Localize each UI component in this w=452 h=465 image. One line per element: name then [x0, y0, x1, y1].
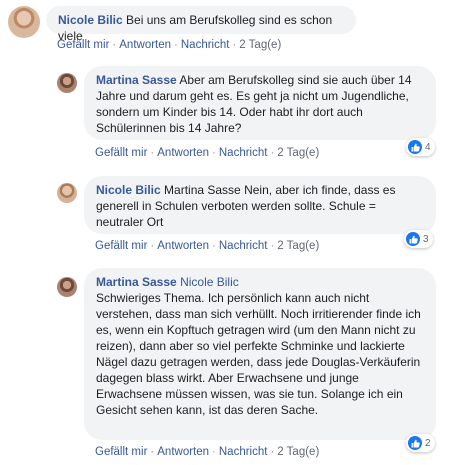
comment-author[interactable]: Martina Sasse — [96, 275, 177, 289]
timestamp[interactable]: 2 Tag(e) — [277, 147, 319, 159]
comment-actions: Gefällt mir · Antworten · Nachricht · 2 Tag(e) — [95, 446, 320, 458]
thumbs-up-icon — [408, 140, 422, 154]
comment-bubble: Nicole Bilic Martina Sasse Nein, aber ic… — [84, 176, 436, 234]
timestamp[interactable]: 2 Tag(e) — [277, 240, 319, 252]
avatar[interactable] — [57, 183, 77, 203]
reaction-count[interactable]: 3 — [404, 230, 433, 248]
reply-link[interactable]: Antworten — [119, 39, 171, 51]
message-link[interactable]: Nachricht — [219, 446, 268, 458]
comment-mention[interactable]: Nicole Bilic — [180, 275, 239, 289]
reaction-count[interactable]: 2 — [406, 434, 435, 452]
timestamp[interactable]: 2 Tag(e) — [239, 39, 281, 51]
reaction-number: 2 — [425, 437, 431, 449]
reply-link[interactable]: Antworten — [157, 240, 209, 252]
avatar[interactable] — [57, 277, 77, 297]
avatar[interactable] — [8, 6, 40, 38]
comment-bubble: Martina Sasse Aber am Berufskolleg sind … — [84, 66, 436, 140]
thumbs-up-icon — [408, 436, 422, 450]
like-link[interactable]: Gefällt mir — [95, 446, 147, 458]
comment-author[interactable]: Nicole Bilic — [96, 183, 161, 197]
like-link[interactable]: Gefällt mir — [95, 240, 147, 252]
comment-actions: Gefällt mir · Antworten · Nachricht · 2 Tag(e) — [57, 39, 282, 51]
avatar[interactable] — [57, 73, 77, 93]
reaction-number: 4 — [425, 141, 431, 153]
message-link[interactable]: Nachricht — [219, 240, 268, 252]
message-link[interactable]: Nachricht — [219, 147, 268, 159]
like-link[interactable]: Gefällt mir — [57, 39, 109, 51]
comment-actions: Gefällt mir · Antworten · Nachricht · 2 Tag(e) — [95, 240, 320, 252]
timestamp[interactable]: 2 Tag(e) — [277, 446, 319, 458]
comment-text: Schwieriges Thema. Ich persönlich kann a… — [96, 291, 421, 417]
like-link[interactable]: Gefällt mir — [95, 147, 147, 159]
reply-link[interactable]: Antworten — [157, 446, 209, 458]
reply-link[interactable]: Antworten — [157, 147, 209, 159]
message-link[interactable]: Nachricht — [181, 39, 230, 51]
comment-bubble: Nicole Bilic Bei uns am Berufskolleg sin… — [46, 6, 356, 43]
comment-actions: Gefällt mir · Antworten · Nachricht · 2 Tag(e) — [95, 147, 320, 159]
comment-author[interactable]: Martina Sasse — [96, 73, 177, 87]
reaction-number: 3 — [423, 233, 429, 245]
reaction-count[interactable]: 4 — [406, 138, 435, 156]
thumbs-up-icon — [406, 232, 420, 246]
comment-bubble: Martina Sasse Nicole Bilic Schwieriges T… — [84, 268, 436, 440]
comment-author[interactable]: Nicole Bilic — [58, 13, 123, 27]
